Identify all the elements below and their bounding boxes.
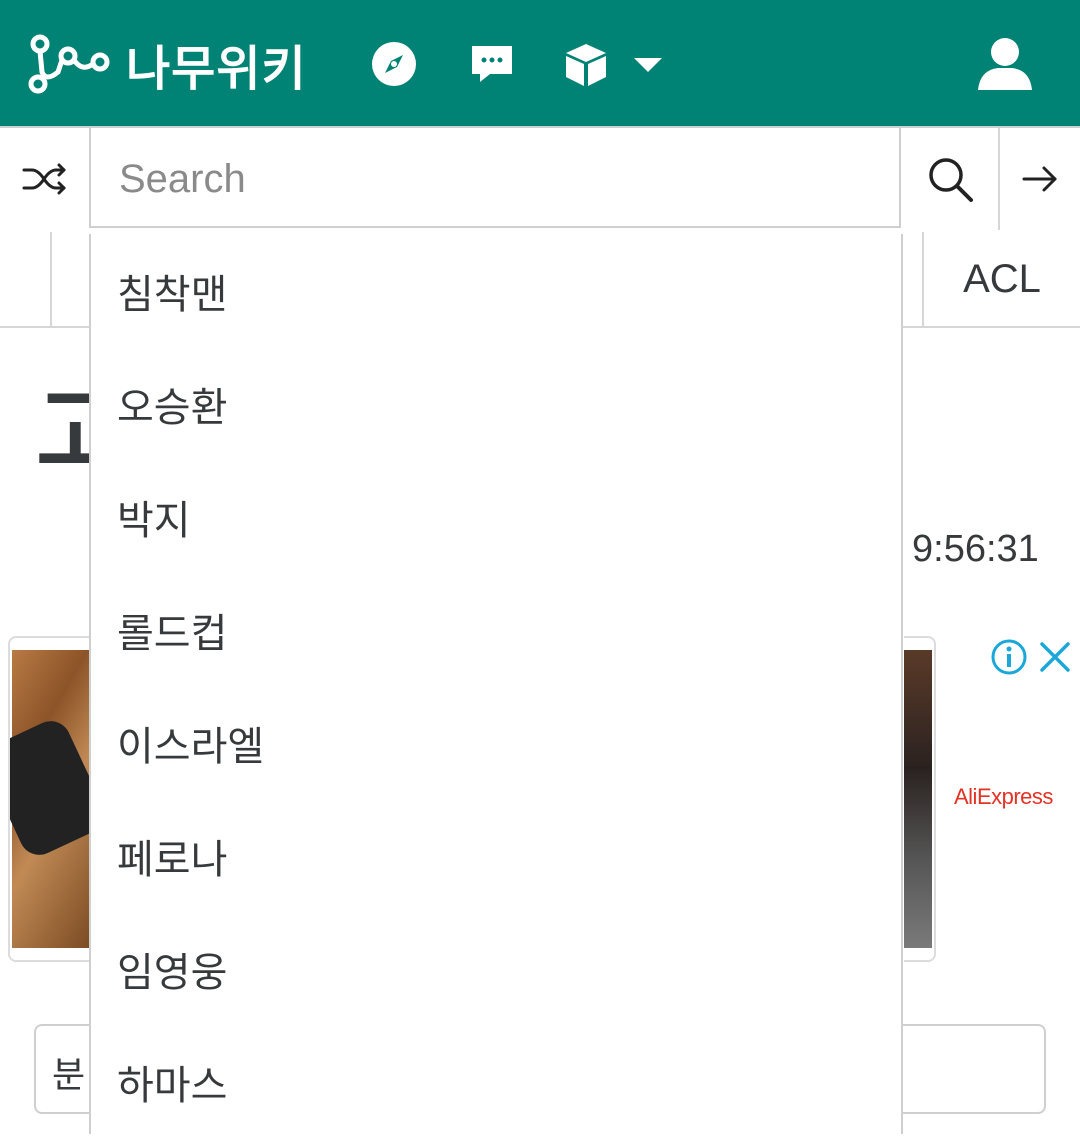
- tab-divider: [50, 232, 52, 326]
- ad-info-icon[interactable]: [990, 638, 1028, 676]
- suggestion-item[interactable]: 하마스: [91, 1025, 901, 1138]
- category-label[interactable]: 분: [52, 1046, 85, 1098]
- search-icon: [929, 158, 973, 202]
- search-button[interactable]: [902, 128, 1000, 230]
- ad-close-icon[interactable]: [1038, 640, 1072, 674]
- suggestion-item[interactable]: 페로나: [91, 799, 901, 912]
- suggestion-item[interactable]: 롤드컵: [91, 573, 901, 686]
- suggestion-item[interactable]: 이스라엘: [91, 686, 901, 799]
- logo-tree-icon: [28, 34, 110, 94]
- recent-changes-compass-icon[interactable]: [370, 40, 418, 88]
- tab-acl[interactable]: ACL: [924, 232, 1080, 326]
- arrow-right-icon: [1022, 166, 1057, 192]
- search-suggestions: 침착맨 오승환 박지 롤드컵 이스라엘 페로나 임영웅 하마스: [89, 234, 903, 1134]
- ad-image-right[interactable]: [904, 636, 936, 962]
- ad-photo: [904, 650, 932, 948]
- last-modified-time: 9:56:31: [912, 528, 1039, 570]
- user-icon[interactable]: [976, 34, 1034, 92]
- suggestion-item[interactable]: 침착맨: [91, 234, 901, 347]
- ad-brand-logo[interactable]: AliExpress: [954, 784, 1053, 810]
- suggestion-item[interactable]: 박지: [91, 460, 901, 573]
- tools-cube-icon[interactable]: [562, 40, 610, 88]
- search-box: [89, 128, 901, 228]
- suggestion-item[interactable]: 오승환: [91, 347, 901, 460]
- search-input[interactable]: [117, 150, 881, 208]
- top-navbar: 나무위키: [0, 0, 1080, 128]
- ad-image-left[interactable]: [8, 636, 96, 962]
- suggestion-item[interactable]: 임영웅: [91, 912, 901, 1025]
- dropdown-caret-icon[interactable]: [632, 52, 664, 76]
- search-bar: [0, 128, 1080, 235]
- logo-text: 나무위키: [126, 41, 307, 97]
- shuffle-icon: [22, 163, 66, 195]
- go-button[interactable]: [1000, 128, 1080, 230]
- discussion-chat-icon[interactable]: [468, 40, 516, 88]
- random-page-button[interactable]: [0, 128, 90, 230]
- page-title: 고: [36, 388, 90, 478]
- site-logo[interactable]: 나무위키: [28, 32, 307, 97]
